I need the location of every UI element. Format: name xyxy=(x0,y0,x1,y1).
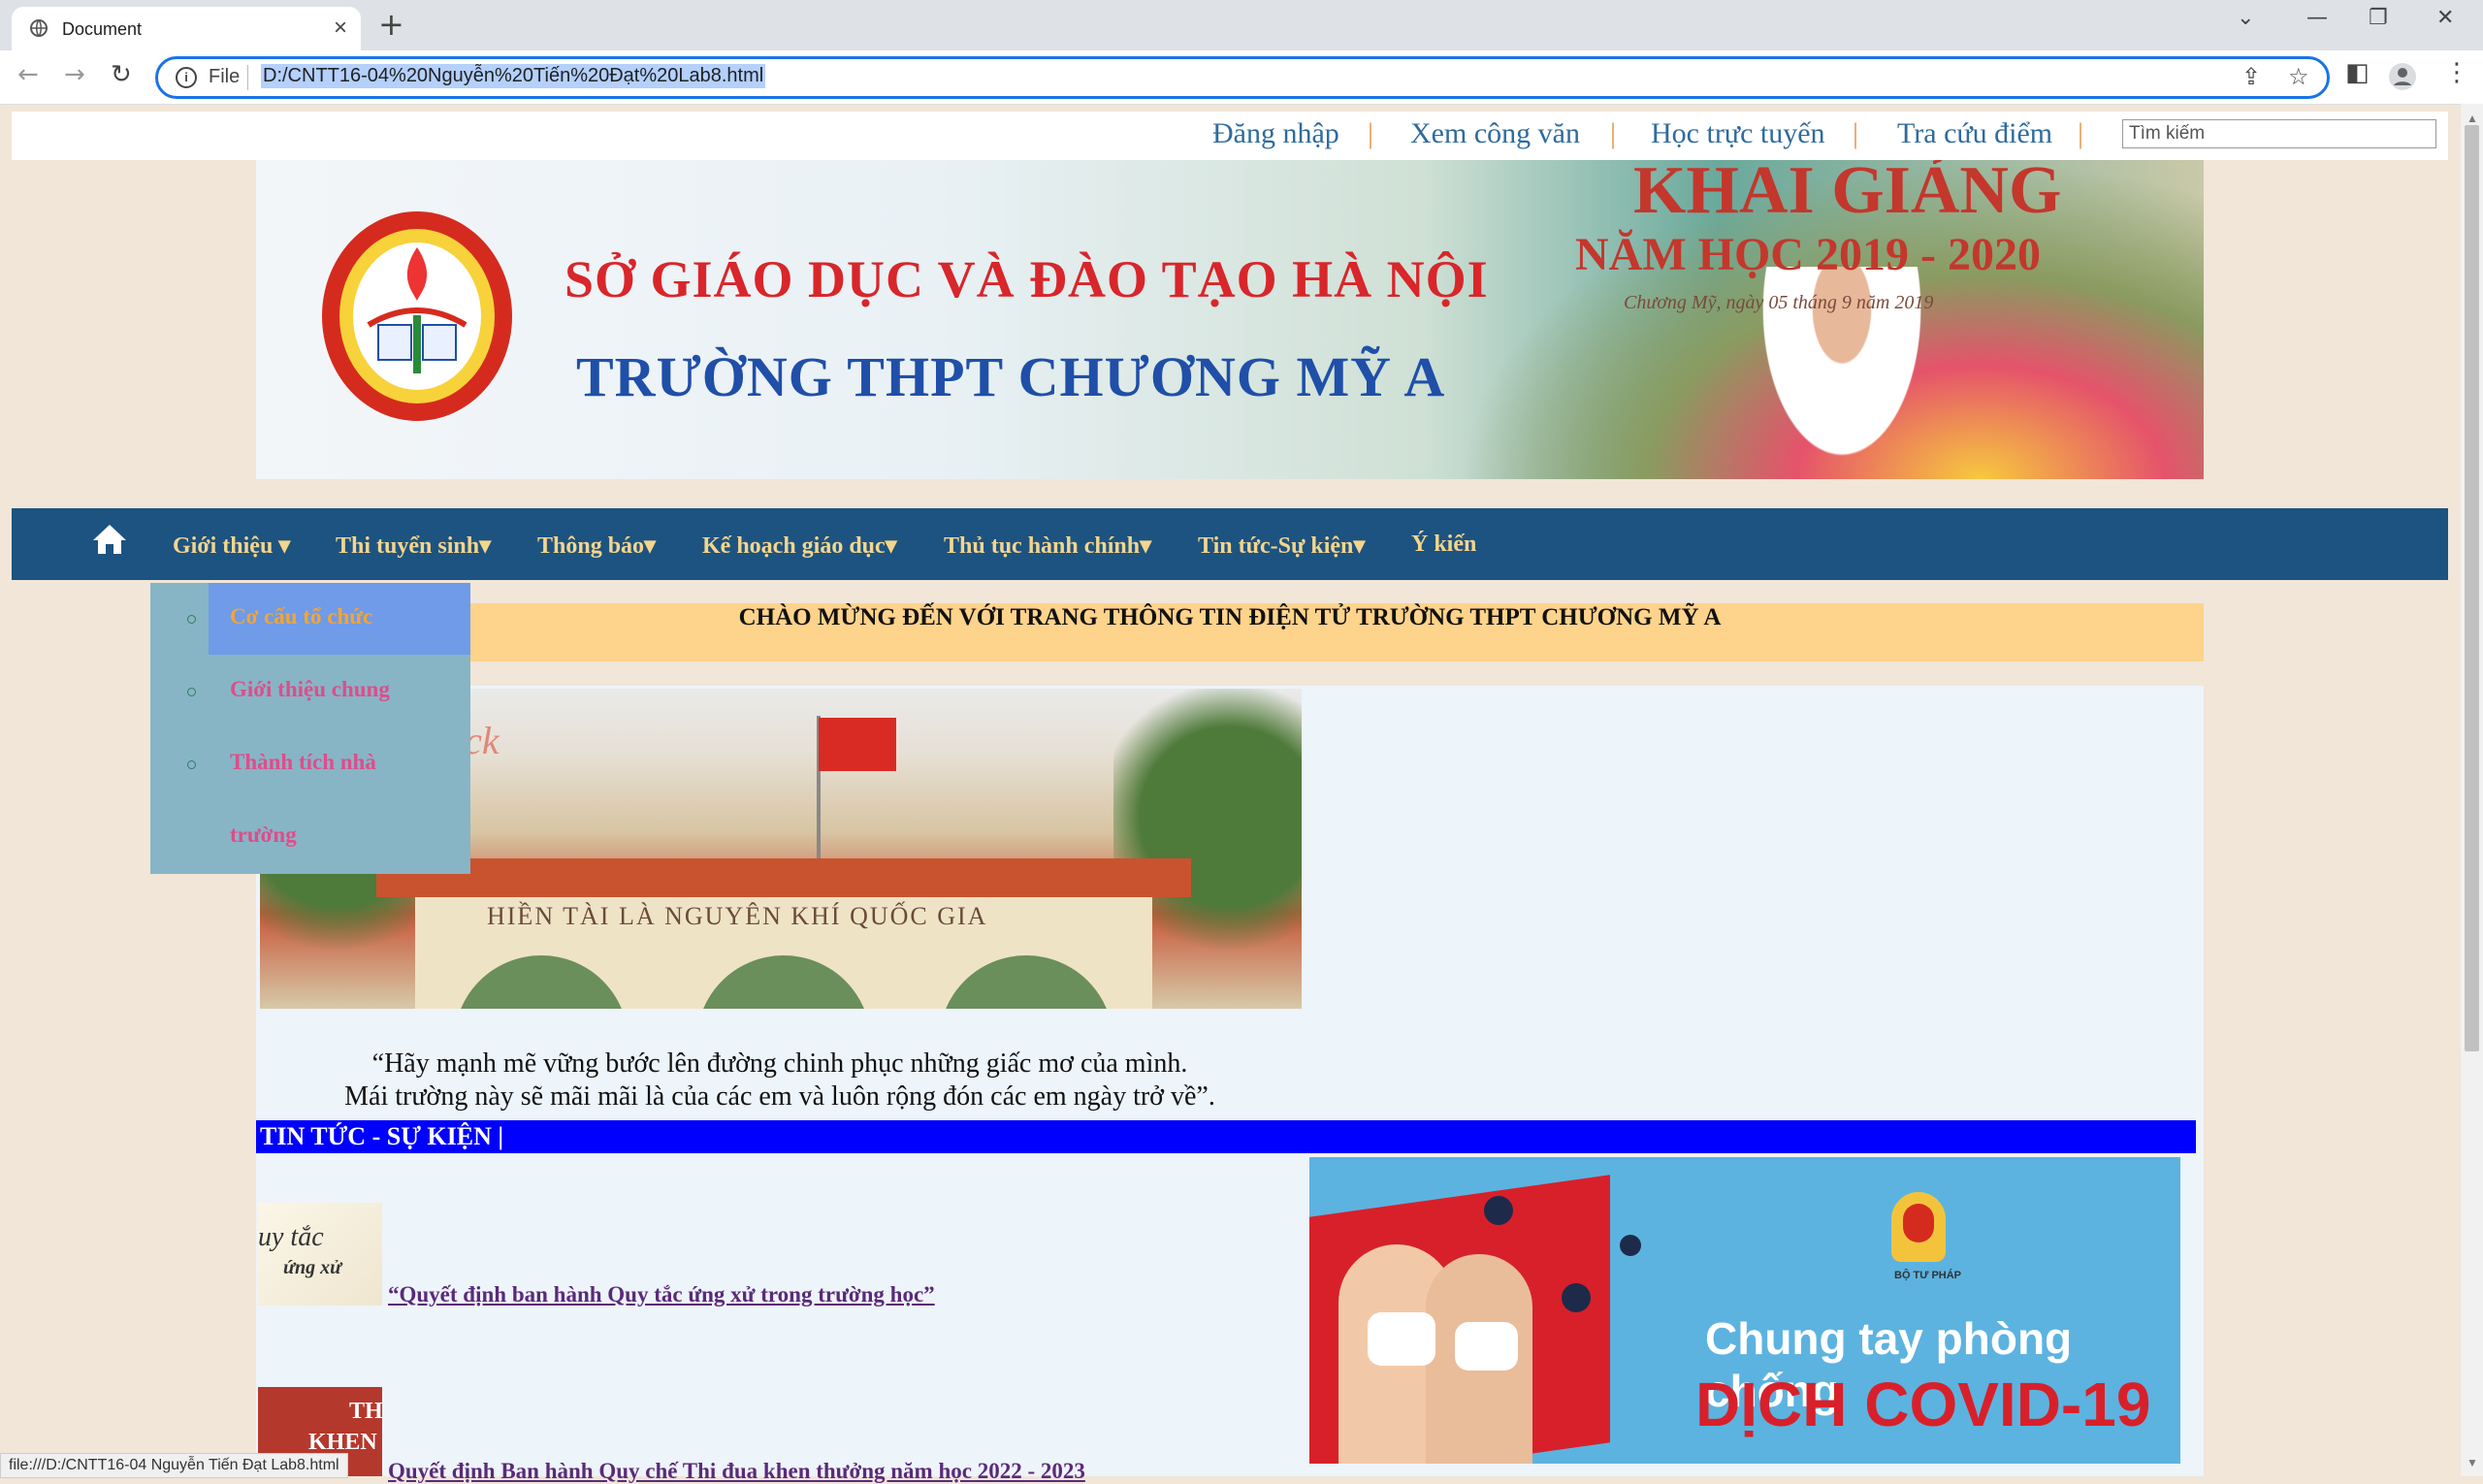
browser-tab[interactable]: Document × xyxy=(12,7,361,50)
virus-icon xyxy=(1562,1283,1591,1312)
link-separator: | xyxy=(1368,117,1374,149)
new-tab-button[interactable]: + xyxy=(378,6,404,43)
browser-tab-strip: Document × + ⌄ — ❐ ✕ xyxy=(0,0,2483,50)
main-navbar: Giới thiệu ▾ Thi tuyển sinh▾ Thông báo▾ … xyxy=(12,508,2448,580)
search-input[interactable]: Tìm kiếm xyxy=(2122,119,2436,148)
home-icon[interactable] xyxy=(91,522,128,557)
news-heading: TIN TỨC - SỰ KIỆN | xyxy=(260,1122,504,1150)
thumbnail-text: ứng xử xyxy=(283,1257,342,1278)
restore-icon[interactable]: ❐ xyxy=(2369,6,2388,30)
gate-slogan: HIỀN TÀI LÀ NGUYÊN KHÍ QUỐC GIA xyxy=(487,902,988,930)
quote-line-2: Mái trường này sẽ mãi mãi là của các em … xyxy=(344,1081,1215,1112)
dropdown-item-org-structure[interactable]: Cơ cấu tổ chức xyxy=(230,604,372,629)
nav-news-events[interactable]: Tin tức-Sự kiện▾ xyxy=(1198,532,1365,560)
covid-banner[interactable]: BỘ TƯ PHÁP Chung tay phòng chống DỊCH CO… xyxy=(1309,1157,2180,1464)
dropdown-item-achievements[interactable]: Thành tích nhà xyxy=(230,750,376,775)
news-thumbnail[interactable]: uy tắc ứng xử xyxy=(258,1203,382,1306)
news-link[interactable]: “Quyết định ban hành Quy tắc ứng xử tron… xyxy=(388,1282,935,1307)
school-title: TRƯỜNG THPT CHƯƠNG MỸ A xyxy=(576,345,1446,408)
link-separator: | xyxy=(1610,117,1617,149)
thumbnail-text: uy tắc xyxy=(258,1222,324,1252)
nav-feedback[interactable]: Ý kiến xyxy=(1411,532,1476,558)
close-window-icon[interactable]: ✕ xyxy=(2436,6,2454,30)
scroll-up-icon[interactable]: ▲ xyxy=(2467,112,2478,126)
scroll-down-icon[interactable]: ▼ xyxy=(2467,1456,2478,1470)
event-title: KHAI GIẢNG xyxy=(1633,160,2062,228)
tab-search-icon[interactable]: ⌄ xyxy=(2237,6,2254,30)
back-icon[interactable]: ← xyxy=(17,60,39,89)
official-documents-link[interactable]: Xem công văn xyxy=(1410,117,1580,150)
bullet-icon xyxy=(187,688,196,696)
menu-icon[interactable]: ⋮ xyxy=(2444,58,2469,87)
scroll-thumb[interactable] xyxy=(2465,125,2479,1051)
reload-icon[interactable]: ↻ xyxy=(111,60,132,89)
bullet-icon xyxy=(187,760,196,769)
nav-introduction[interactable]: Giới thiệu ▾ xyxy=(173,532,290,560)
department-title: SỞ GIÁO DỤC VÀ ĐÀO TẠO HÀ NỘI xyxy=(564,250,1489,308)
online-learning-link[interactable]: Học trực tuyến xyxy=(1651,117,1825,150)
virus-icon xyxy=(1620,1235,1641,1256)
dropdown-item-achievements-cont[interactable]: trường xyxy=(230,823,297,848)
status-bar-url: file:///D:/CNTT16-04 Nguyễn Tiến Đạt Lab… xyxy=(0,1453,348,1478)
nav-education-plan[interactable]: Kế hoạch giáo dục▾ xyxy=(702,532,897,560)
address-bar[interactable]: i File D:/CNTT16-04%20Nguyễn%20Tiến%20Đạ… xyxy=(155,56,2330,99)
bullet-icon xyxy=(187,615,196,624)
welcome-text: CHÀO MỪNG ĐẾN VỚI TRANG THÔNG TIN ĐIỆN T… xyxy=(738,604,1722,630)
url-text[interactable]: D:/CNTT16-04%20Nguyễn%20Tiến%20Đạt%20Lab… xyxy=(261,64,766,88)
info-icon[interactable]: i xyxy=(176,67,197,88)
header-banner: SỞ GIÁO DỤC VÀ ĐÀO TẠO HÀ NỘI TRƯỜNG THP… xyxy=(256,160,2204,479)
covid-title: DỊCH COVID-19 xyxy=(1695,1370,2151,1439)
nav-announcements[interactable]: Thông báo▾ xyxy=(537,532,656,560)
close-tab-icon[interactable]: × xyxy=(334,15,347,42)
thumbnail-text: TH xyxy=(349,1399,382,1424)
link-separator: | xyxy=(1853,117,1859,149)
side-panel-icon[interactable]: ◧ xyxy=(2345,58,2370,87)
star-icon[interactable]: ☆ xyxy=(2288,63,2309,90)
share-icon[interactable]: ⇪ xyxy=(2241,63,2261,90)
scheme-label: File xyxy=(209,66,241,87)
link-separator: | xyxy=(2078,117,2084,149)
introduction-dropdown: Cơ cấu tổ chức Giới thiệu chung Thành tí… xyxy=(150,583,470,874)
event-date: Chương Mỹ, ngày 05 tháng 9 năm 2019 xyxy=(1624,292,1934,313)
face-mask xyxy=(1455,1322,1518,1371)
tab-title: Document xyxy=(62,19,143,39)
event-year: NĂM HỌC 2019 - 2020 xyxy=(1575,229,2041,280)
gate-roof xyxy=(376,858,1191,897)
virus-icon xyxy=(1484,1196,1513,1225)
thumbnail-text: KHEN xyxy=(308,1430,377,1455)
welcome-banner: CHÀO MỪNG ĐẾN VỚI TRANG THÔNG TIN ĐIỆN T… xyxy=(256,603,2204,661)
top-links-bar: Đăng nhập | Xem công văn | Học trực tuyế… xyxy=(12,112,2448,160)
forward-icon[interactable]: → xyxy=(64,60,85,89)
news-link[interactable]: Quyết định Ban hành Quy chế Thi đua khen… xyxy=(388,1459,1085,1484)
quote: “Hãy mạnh mẽ vững bước lên đường chinh p… xyxy=(256,1048,1304,1113)
face-mask xyxy=(1368,1312,1435,1366)
divider xyxy=(247,65,248,90)
profile-icon[interactable] xyxy=(2388,62,2417,91)
ministry-emblem xyxy=(1891,1192,1946,1262)
page-scrollbar[interactable]: ▲ ▼ xyxy=(2461,104,2483,1476)
dropdown-item-general-intro[interactable]: Giới thiệu chung xyxy=(230,677,390,702)
nav-administrative-procedures[interactable]: Thủ tục hành chính▾ xyxy=(944,532,1151,560)
flag xyxy=(819,718,896,771)
globe-icon xyxy=(30,19,48,37)
login-link[interactable]: Đăng nhập xyxy=(1212,117,1339,150)
nav-admissions[interactable]: Thi tuyển sinh▾ xyxy=(336,532,491,560)
quote-line-1: “Hãy mạnh mẽ vững bước lên đường chinh p… xyxy=(371,1048,1188,1079)
ministry-name: BỘ TƯ PHÁP xyxy=(1894,1270,1962,1281)
browser-toolbar: ← → ↻ i File D:/CNTT16-04%20Nguyễn%20Tiế… xyxy=(0,50,2483,105)
minimize-icon[interactable]: — xyxy=(2306,6,2328,30)
school-logo xyxy=(322,211,512,421)
news-heading-bar: TIN TỨC - SỰ KIỆN | xyxy=(256,1120,2196,1153)
score-lookup-link[interactable]: Tra cứu điểm xyxy=(1897,117,2052,150)
